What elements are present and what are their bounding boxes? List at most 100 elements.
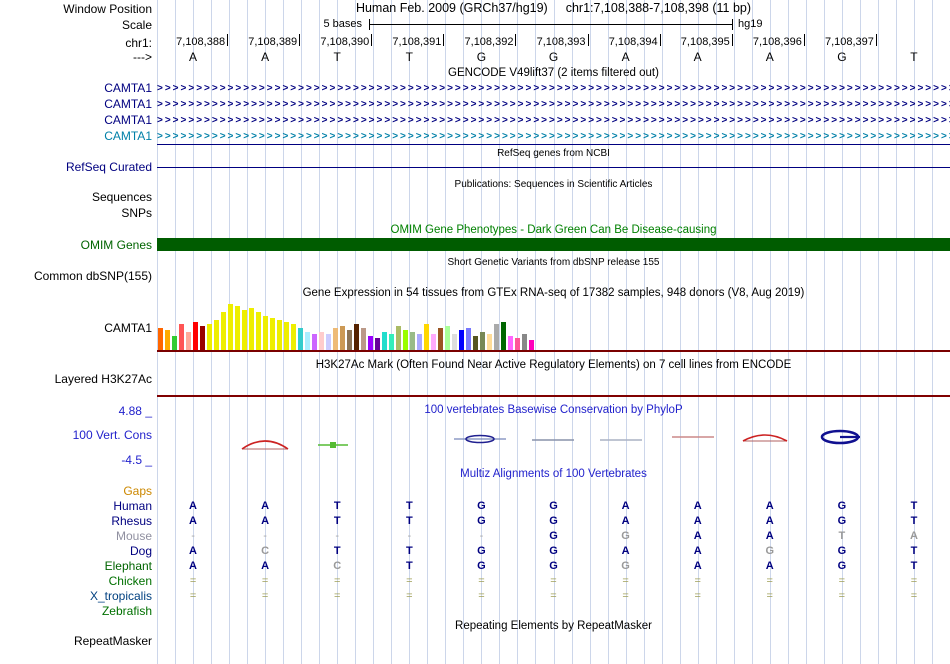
h3k27ac-track-title[interactable]: H3K27Ac Mark (Often Found Near Active Re… — [157, 359, 950, 372]
gtex-tissue-bar[interactable] — [256, 312, 261, 350]
gtex-tissue-bar[interactable] — [354, 324, 359, 350]
gtex-track-title[interactable]: Gene Expression in 54 tissues from GTEx … — [157, 287, 950, 300]
gtex-tissue-bar[interactable] — [466, 328, 471, 350]
layered-h3k27ac-label[interactable]: Layered H3K27Ac — [0, 372, 152, 386]
species-label-elephant[interactable]: Elephant — [0, 559, 152, 573]
gtex-tissue-bar[interactable] — [242, 310, 247, 350]
refseq-curated-label[interactable]: RefSeq Curated — [0, 160, 152, 174]
refseq-track-title[interactable]: RefSeq genes from NCBI — [157, 147, 950, 160]
gtex-tissue-bar[interactable] — [284, 322, 289, 350]
gtex-tissue-bar[interactable] — [326, 334, 331, 350]
gtex-tissue-bar[interactable] — [312, 334, 317, 350]
gtex-tissue-bar[interactable] — [172, 336, 177, 350]
gtex-tissue-bar[interactable] — [515, 338, 520, 350]
multiz-track-title[interactable]: Multiz Alignments of 100 Vertebrates — [157, 468, 950, 481]
gtex-tissue-bar[interactable] — [193, 322, 198, 350]
gtex-tissue-bar[interactable] — [179, 324, 184, 350]
gtex-gene-label[interactable]: CAMTA1 — [0, 321, 152, 335]
gtex-tissue-bar[interactable] — [270, 318, 275, 350]
gtex-tissue-bar[interactable] — [459, 330, 464, 350]
gencode-track-title[interactable]: GENCODE V49lift37 (2 items filtered out) — [157, 67, 950, 80]
gtex-tissue-bar[interactable] — [263, 316, 268, 350]
gtex-tissue-bar[interactable] — [347, 330, 352, 350]
common-dbsnp-label[interactable]: Common dbSNP(155) — [0, 269, 152, 283]
publications-track-title[interactable]: Publications: Sequences in Scientific Ar… — [157, 178, 950, 191]
gtex-tissue-bar[interactable] — [298, 328, 303, 350]
gtex-tissue-bar[interactable] — [228, 304, 233, 350]
gtex-tissue-bar[interactable] — [522, 334, 527, 350]
gtex-tissue-bar[interactable] — [235, 306, 240, 350]
omim-track-title[interactable]: OMIM Gene Phenotypes - Dark Green Can Be… — [157, 224, 950, 237]
species-label-rhesus[interactable]: Rhesus — [0, 514, 152, 528]
species-label-x_tropicalis[interactable]: X_tropicalis — [0, 589, 152, 603]
gtex-tissue-bar[interactable] — [200, 326, 205, 350]
alignment-row-dog[interactable]: ACTTGGAAGGT — [157, 544, 950, 558]
gtex-tissue-bar[interactable] — [424, 324, 429, 350]
gtex-tissue-bar[interactable] — [333, 328, 338, 350]
gencode-gene-label[interactable]: CAMTA1 — [0, 97, 152, 111]
repeatmasker-track-title[interactable]: Repeating Elements by RepeatMasker — [157, 620, 950, 633]
gencode-extra-line[interactable] — [157, 144, 950, 145]
gtex-tissue-bar[interactable] — [431, 334, 436, 350]
alignment-row-human[interactable]: AATTGGAAAGT — [157, 499, 950, 513]
omim-gene-bar[interactable] — [157, 238, 950, 251]
gtex-tissue-bar[interactable] — [277, 320, 282, 350]
species-label-gaps[interactable]: Gaps — [0, 484, 152, 498]
gtex-tissue-bar[interactable] — [319, 332, 324, 350]
gtex-tissue-bar[interactable] — [389, 334, 394, 350]
gtex-tissue-bar[interactable] — [207, 324, 212, 350]
gtex-tissue-bar[interactable] — [375, 338, 380, 350]
gtex-tissue-bar[interactable] — [305, 332, 310, 350]
snps-label[interactable]: SNPs — [0, 206, 152, 220]
species-label-human[interactable]: Human — [0, 499, 152, 513]
gtex-tissue-bar[interactable] — [158, 328, 163, 350]
alignment-row-elephant[interactable]: AACTGGGAAGT — [157, 559, 950, 573]
gtex-tissue-bar[interactable] — [382, 332, 387, 350]
h3k27ac-signal-line[interactable] — [157, 395, 950, 397]
species-label-chicken[interactable]: Chicken — [0, 574, 152, 588]
alignment-row-x_tropicalis[interactable]: = = = = = = = = = = = — [157, 589, 950, 603]
gtex-tissue-bar[interactable] — [508, 336, 513, 350]
species-label-zebrafish[interactable]: Zebrafish — [0, 604, 152, 618]
gtex-tissue-bar[interactable] — [487, 334, 492, 350]
gtex-tissue-bar[interactable] — [186, 332, 191, 350]
gtex-tissue-bar[interactable] — [340, 326, 345, 350]
gtex-tissue-bar[interactable] — [529, 340, 534, 350]
gencode-transcript-row[interactable]: >>>>>>>>>>>>>>>>>>>>>>>>>>>>>>>>>>>>>>>>… — [157, 114, 950, 127]
species-label-mouse[interactable]: Mouse — [0, 529, 152, 543]
gtex-tissue-bar[interactable] — [480, 332, 485, 350]
alignment-row-mouse[interactable]: -----GGAATA — [157, 529, 950, 543]
gtex-tissue-bar[interactable] — [403, 330, 408, 350]
gtex-tissue-bar[interactable] — [445, 326, 450, 350]
phylop-track-label[interactable]: 100 Vert. Cons — [0, 428, 152, 442]
alignment-row-chicken[interactable]: = = = = = = = = = = = — [157, 574, 950, 588]
omim-genes-label[interactable]: OMIM Genes — [0, 238, 152, 252]
gencode-gene-label[interactable]: CAMTA1 — [0, 81, 152, 95]
gencode-gene-label[interactable]: CAMTA1 — [0, 129, 152, 143]
refseq-gene-line[interactable] — [157, 167, 950, 168]
alignment-row-rhesus[interactable]: AATTGGAAAGT — [157, 514, 950, 528]
gencode-gene-label[interactable]: CAMTA1 — [0, 113, 152, 127]
gtex-tissue-bar[interactable] — [417, 334, 422, 350]
gtex-tissue-bar[interactable] — [501, 322, 506, 350]
gtex-tissue-bar[interactable] — [438, 328, 443, 350]
repeatmasker-label[interactable]: RepeatMasker — [0, 634, 152, 648]
gencode-transcript-row[interactable]: >>>>>>>>>>>>>>>>>>>>>>>>>>>>>>>>>>>>>>>>… — [157, 82, 950, 95]
gtex-tissue-bar[interactable] — [165, 330, 170, 350]
sequences-label[interactable]: Sequences — [0, 190, 152, 204]
gtex-tissue-bar[interactable] — [473, 336, 478, 350]
gencode-transcript-row[interactable]: >>>>>>>>>>>>>>>>>>>>>>>>>>>>>>>>>>>>>>>>… — [157, 130, 950, 143]
gtex-tissue-bar[interactable] — [249, 308, 254, 350]
gtex-tissue-bar[interactable] — [494, 324, 499, 350]
gtex-tissue-bar[interactable] — [396, 326, 401, 350]
gtex-tissue-bar[interactable] — [214, 320, 219, 350]
gtex-tissue-bar[interactable] — [368, 336, 373, 350]
gtex-tissue-bar[interactable] — [291, 324, 296, 350]
dbsnp-track-title[interactable]: Short Genetic Variants from dbSNP releas… — [157, 256, 950, 269]
gtex-tissue-bar[interactable] — [361, 328, 366, 350]
phylop-track-title[interactable]: 100 vertebrates Basewise Conservation by… — [157, 404, 950, 417]
gtex-tissue-bar[interactable] — [410, 332, 415, 350]
gencode-transcript-row[interactable]: >>>>>>>>>>>>>>>>>>>>>>>>>>>>>>>>>>>>>>>>… — [157, 98, 950, 111]
gtex-tissue-bar[interactable] — [452, 334, 457, 350]
gtex-tissue-bar[interactable] — [221, 312, 226, 350]
